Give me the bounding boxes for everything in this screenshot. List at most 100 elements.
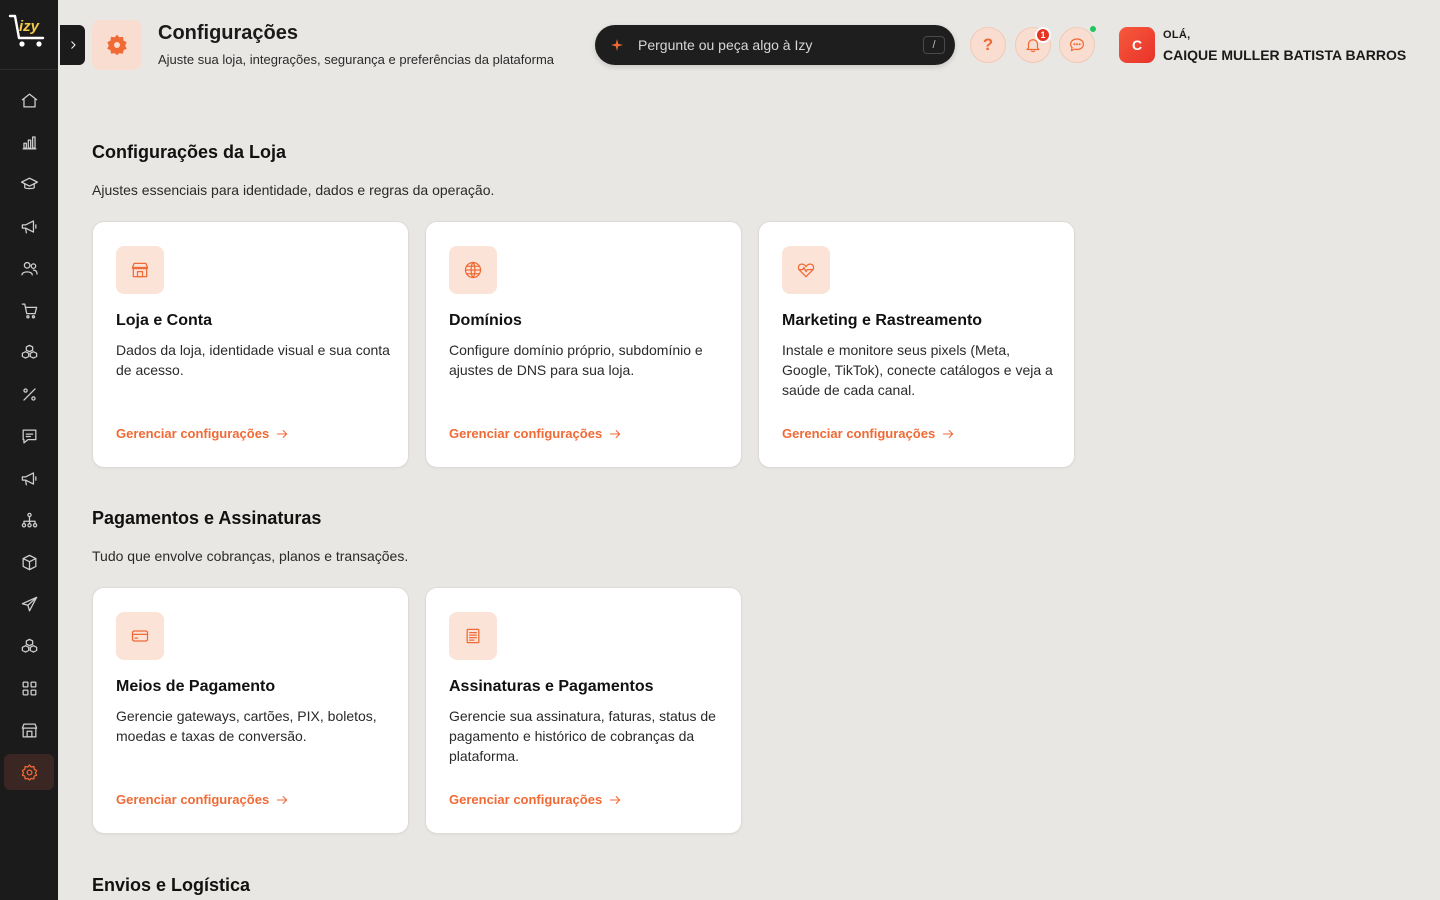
megaphone-icon — [21, 219, 36, 233]
settings-card-store-account[interactable]: Loja e Conta Dados da loja, identidade v… — [92, 221, 409, 468]
graduation-cap-icon — [20, 177, 38, 189]
arrow-right-icon — [276, 795, 288, 804]
user-greeting: OLÁ, — [1163, 29, 1191, 41]
section-title: Configurações da Loja — [92, 142, 287, 162]
arrow-right-icon — [276, 429, 288, 438]
sidebar-item-campaigns[interactable] — [4, 460, 54, 496]
arrow-right-icon — [609, 429, 621, 438]
heart-pulse-icon — [797, 263, 815, 278]
sparkle-icon — [611, 39, 623, 51]
sidebar-item-products[interactable] — [4, 334, 54, 370]
sidebar-expand-button[interactable] — [60, 25, 85, 65]
chat-bubble-icon — [1070, 38, 1084, 52]
sidebar-item-shipping[interactable] — [4, 586, 54, 622]
settings-card-marketing-tracking[interactable]: Marketing e Rastreamento Instale e monit… — [758, 221, 1075, 468]
sidebar-item-apps[interactable] — [4, 670, 54, 706]
svg-text:izy: izy — [19, 18, 40, 35]
sidebar-item-inventory[interactable] — [4, 544, 54, 580]
settings-icon — [21, 763, 37, 781]
store-icon — [131, 262, 149, 278]
bar-chart-icon — [22, 135, 36, 149]
sidebar-divider — [0, 69, 58, 70]
send-icon — [21, 596, 37, 611]
boxes-icon — [21, 638, 37, 653]
settings-icon — [107, 34, 127, 56]
help-button[interactable]: ? — [970, 27, 1006, 63]
boxes-icon — [21, 344, 37, 359]
card-description: Dados da loja, identidade visual e sua c… — [116, 342, 390, 378]
card-description: Gerencie sua assinatura, faturas, status… — [449, 708, 716, 764]
sidebar: izy — [0, 0, 58, 900]
arrow-right-icon — [942, 429, 954, 438]
manage-settings-link[interactable]: Gerenciar configurações — [449, 426, 622, 441]
page-title: Configurações — [158, 22, 299, 44]
card-description: Configure domínio próprio, subdomínio e … — [449, 342, 703, 378]
link-label: Gerenciar configurações — [782, 426, 936, 441]
message-icon — [22, 429, 36, 443]
settings-card-payment-methods[interactable]: Meios de Pagamento Gerencie gateways, ca… — [92, 587, 409, 834]
arrow-right-icon — [609, 795, 621, 804]
card-icon-wrapper — [449, 612, 497, 660]
card-icon-wrapper — [116, 612, 164, 660]
cart-icon — [21, 303, 37, 318]
section-description: Ajustes essenciais para identidade, dado… — [92, 182, 495, 198]
store-icon — [21, 723, 37, 737]
manage-settings-link[interactable]: Gerenciar configurações — [782, 426, 955, 441]
sidebar-item-store[interactable] — [4, 712, 54, 748]
sidebar-item-settings[interactable] — [4, 754, 54, 790]
sidebar-item-marketing[interactable] — [4, 208, 54, 244]
chevron-right-icon — [70, 41, 76, 49]
sidebar-item-messages[interactable] — [4, 418, 54, 454]
credit-card-icon — [131, 630, 149, 642]
ask-izy-placeholder: Pergunte ou peça algo à Izy — [638, 37, 813, 53]
link-label: Gerenciar configurações — [116, 792, 270, 807]
network-icon — [21, 512, 37, 527]
link-label: Gerenciar configurações — [116, 426, 270, 441]
link-label: Gerenciar configurações — [449, 792, 603, 807]
notification-badge: 1 — [1035, 27, 1051, 43]
ask-izy-input[interactable]: Pergunte ou peça algo à Izy / — [595, 25, 955, 65]
settings-card-domains[interactable]: Domínios Configure domínio próprio, subd… — [425, 221, 742, 468]
card-icon-wrapper — [449, 246, 497, 294]
sidebar-item-customers[interactable] — [4, 250, 54, 286]
manage-settings-link[interactable]: Gerenciar configurações — [116, 426, 289, 441]
online-status-dot — [1088, 24, 1098, 34]
card-title: Loja e Conta — [116, 312, 213, 329]
shortcut-key: / — [923, 36, 945, 54]
section-description: Tudo que envolve cobranças, planos e tra… — [92, 548, 409, 564]
card-title: Marketing e Rastreamento — [782, 312, 983, 329]
card-description: Instale e monitore seus pixels (Meta, Go… — [782, 342, 1053, 398]
sidebar-item-academy[interactable] — [4, 166, 54, 202]
sidebar-item-home[interactable] — [4, 82, 54, 118]
section-title: Pagamentos e Assinaturas — [92, 508, 322, 528]
home-icon — [21, 93, 37, 107]
sidebar-item-kits[interactable] — [4, 628, 54, 664]
manage-settings-link[interactable]: Gerenciar configurações — [116, 792, 289, 807]
sidebar-item-orders[interactable] — [4, 292, 54, 328]
card-icon-wrapper — [782, 246, 830, 294]
card-title: Meios de Pagamento — [116, 678, 276, 695]
card-title: Assinaturas e Pagamentos — [449, 678, 654, 695]
megaphone-icon — [21, 471, 36, 485]
package-icon — [22, 554, 36, 570]
settings-card-subscriptions[interactable]: Assinaturas e Pagamentos Gerencie sua as… — [425, 587, 742, 834]
users-icon — [20, 261, 38, 275]
page-subtitle: Ajuste sua loja, integrações, segurança … — [158, 52, 555, 67]
user-name[interactable]: CAIQUE MULLER BATISTA BARROS — [1163, 47, 1406, 63]
card-icon-wrapper — [116, 246, 164, 294]
sidebar-item-reports[interactable] — [4, 124, 54, 160]
izy-logo[interactable]: izy — [8, 12, 50, 50]
card-title: Domínios — [449, 312, 522, 329]
manage-settings-link[interactable]: Gerenciar configurações — [449, 792, 622, 807]
apps-grid-icon — [22, 681, 36, 695]
percent-icon — [22, 387, 36, 401]
page-icon — [92, 20, 142, 70]
receipt-icon — [466, 628, 480, 644]
sidebar-item-discounts[interactable] — [4, 376, 54, 412]
card-description: Gerencie gateways, cartões, PIX, boletos… — [116, 708, 377, 744]
section-title: Envios e Logística — [92, 875, 251, 895]
help-icon: ? — [982, 35, 994, 54]
sidebar-item-affiliates[interactable] — [4, 502, 54, 538]
user-avatar[interactable]: C — [1119, 27, 1155, 63]
globe-icon — [464, 261, 482, 279]
